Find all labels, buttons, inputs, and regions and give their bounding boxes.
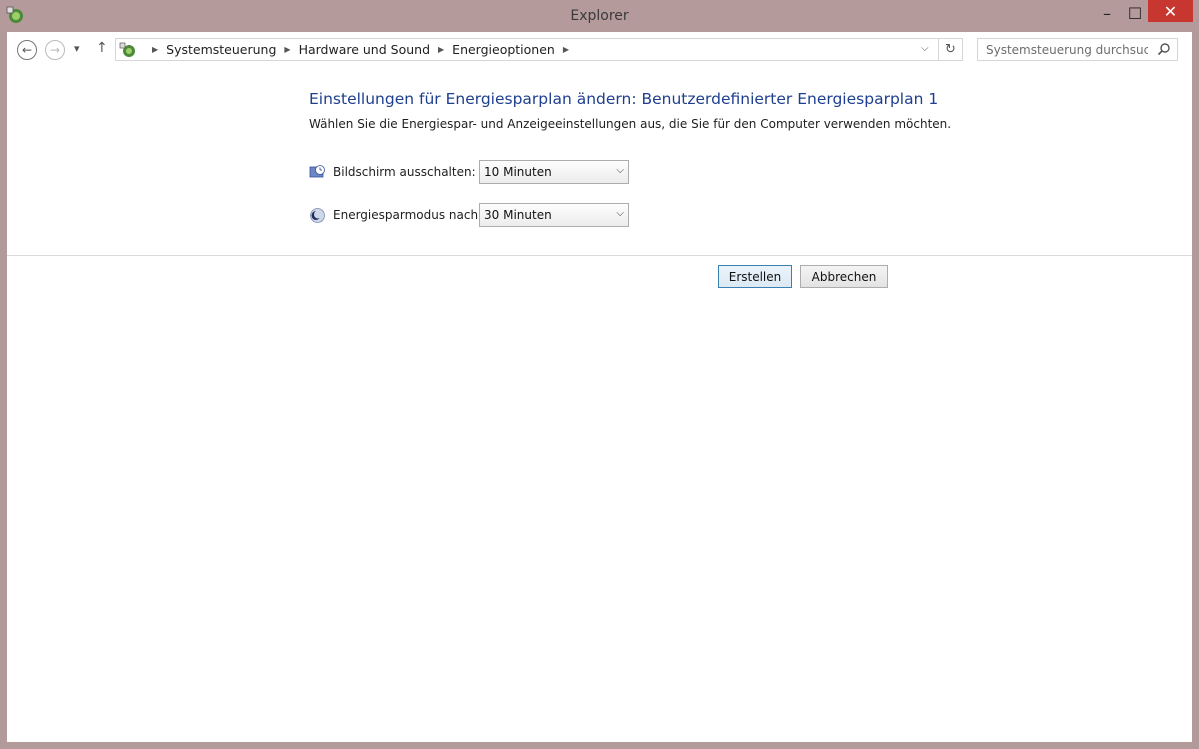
close-button[interactable]: ✕ xyxy=(1148,0,1193,22)
title-bar[interactable]: Explorer – ☐ ✕ xyxy=(0,0,1199,32)
up-button[interactable]: ↑ xyxy=(96,40,108,56)
chevron-down-icon: ⌵ xyxy=(616,165,624,176)
breadcrumb-energieoptionen[interactable]: Energieoptionen xyxy=(452,42,555,57)
setting-row-sleep: Energiesparmodus nach: 30 Minuten ⌵ xyxy=(309,203,629,227)
explorer-window: ← → ▾ ↑ ▶ Systemsteuerung ▶ Hardware und… xyxy=(7,32,1192,742)
control-panel-icon xyxy=(119,42,135,57)
breadcrumb-systemsteuerung[interactable]: Systemsteuerung xyxy=(166,42,276,57)
display-off-icon xyxy=(309,164,325,177)
page-description: Wählen Sie die Energiespar- und Anzeigee… xyxy=(309,117,952,131)
display-off-value: 10 Minuten xyxy=(484,165,552,179)
sleep-value: 30 Minuten xyxy=(484,208,552,222)
chevron-right-icon[interactable]: ▶ xyxy=(438,45,444,54)
forward-arrow-icon: → xyxy=(49,43,61,57)
divider xyxy=(7,255,1192,256)
search-box[interactable] xyxy=(977,38,1178,61)
search-input[interactable] xyxy=(978,39,1148,61)
window-title: Explorer xyxy=(570,8,629,24)
navigation-bar: ← → ▾ ↑ ▶ Systemsteuerung ▶ Hardware und… xyxy=(7,32,1192,68)
forward-button[interactable]: → xyxy=(45,40,65,60)
sleep-moon-icon xyxy=(310,207,325,223)
address-history-dropdown-icon[interactable]: ⌵ xyxy=(921,43,929,54)
breadcrumb: ▶ Systemsteuerung ▶ Hardware und Sound ▶… xyxy=(144,42,577,57)
chevron-right-icon: ▶ xyxy=(152,45,159,54)
setting-row-display: Bildschirm ausschalten: 10 Minuten ⌵ xyxy=(309,160,629,184)
page-title: Einstellungen für Energiesparplan ändern… xyxy=(309,90,939,108)
search-icon[interactable] xyxy=(1157,42,1171,56)
chevron-down-icon: ⌵ xyxy=(616,208,624,219)
sleep-label: Energiesparmodus nach: xyxy=(333,208,483,222)
sleep-select[interactable]: 30 Minuten ⌵ xyxy=(479,203,629,227)
chevron-right-icon[interactable]: ▶ xyxy=(563,45,569,54)
create-button[interactable]: Erstellen xyxy=(718,265,792,288)
address-bar[interactable]: ▶ Systemsteuerung ▶ Hardware und Sound ▶… xyxy=(115,38,939,61)
chevron-right-icon[interactable]: ▶ xyxy=(284,45,290,54)
back-button[interactable]: ← xyxy=(17,40,37,60)
refresh-icon: ↻ xyxy=(945,42,956,57)
refresh-button[interactable]: ↻ xyxy=(939,38,963,61)
breadcrumb-hardware-und-sound[interactable]: Hardware und Sound xyxy=(299,42,430,57)
display-off-label: Bildschirm ausschalten: xyxy=(333,165,476,179)
recent-locations-button[interactable]: ▾ xyxy=(74,42,80,55)
back-arrow-icon: ← xyxy=(21,43,33,57)
maximize-button[interactable]: ☐ xyxy=(1120,0,1150,26)
display-off-select[interactable]: 10 Minuten ⌵ xyxy=(479,160,629,184)
cancel-button[interactable]: Abbrechen xyxy=(800,265,888,288)
minimize-button[interactable]: – xyxy=(1092,0,1122,26)
